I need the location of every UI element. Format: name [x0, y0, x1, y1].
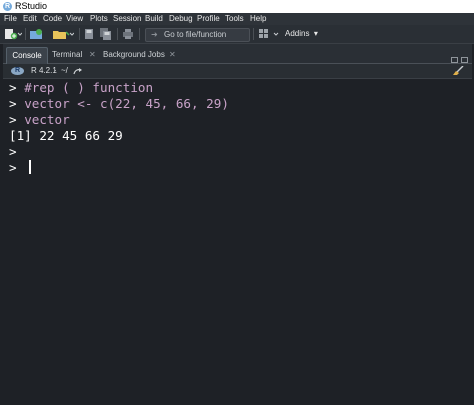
close-icon[interactable]: ✕: [89, 47, 96, 63]
console-line: > vector <- c(22, 45, 66, 29): [9, 96, 229, 111]
menu-plots[interactable]: Plots: [90, 13, 108, 25]
print-icon[interactable]: [122, 28, 134, 40]
menu-session[interactable]: Session: [113, 13, 141, 25]
working-directory[interactable]: ~/: [61, 64, 68, 78]
go-to-file-function-input[interactable]: ➜ Go to file/function: [145, 28, 250, 42]
menu-edit[interactable]: Edit: [23, 13, 37, 25]
arrow-right-icon: ➜: [151, 30, 158, 39]
pane-tabs: Console Terminal ✕ Background Jobs ✕: [3, 44, 472, 64]
title-bar: R RStudio: [0, 0, 474, 13]
menu-code[interactable]: Code: [43, 13, 62, 25]
maximize-pane-icon[interactable]: [461, 57, 468, 63]
rstudio-logo-icon: R: [3, 2, 12, 11]
chevron-down-icon: ▾: [311, 29, 318, 38]
toolbar-separator: [253, 28, 254, 40]
go-to-directory-icon[interactable]: [73, 67, 83, 75]
console-path-bar: R R 4.2.1 · ~/: [3, 64, 472, 79]
new-file-icon[interactable]: [4, 28, 22, 40]
close-icon[interactable]: ✕: [169, 47, 176, 63]
menu-file[interactable]: File: [4, 13, 17, 25]
toolbar-separator: [79, 28, 80, 40]
text-cursor: [29, 160, 31, 174]
path-separator: ·: [54, 66, 57, 75]
menu-help[interactable]: Help: [250, 13, 266, 25]
addins-menu[interactable]: Addins ▾: [285, 28, 318, 40]
menu-build[interactable]: Build: [145, 13, 163, 25]
toolbar-separator: [117, 28, 118, 40]
console-line: >: [9, 144, 17, 159]
tab-terminal[interactable]: Terminal ✕: [52, 47, 100, 63]
console-output[interactable]: > #rep ( ) function > vector <- c(22, 45…: [3, 79, 472, 405]
console-pane: Console Terminal ✕ Background Jobs ✕ R R…: [3, 44, 472, 405]
menu-profile[interactable]: Profile: [197, 13, 220, 25]
menu-bar: File Edit Code View Plots Session Build …: [0, 13, 474, 25]
r-logo-icon: R: [11, 67, 24, 75]
console-line: [1] 22 45 66 29: [9, 128, 123, 143]
tab-background-jobs[interactable]: Background Jobs ✕: [103, 47, 183, 63]
console-line: >: [9, 160, 17, 175]
tab-console[interactable]: Console: [6, 47, 48, 64]
toolbar-separator: [139, 28, 140, 40]
save-all-icon[interactable]: [100, 28, 112, 40]
workspace-panes-icon[interactable]: [258, 28, 280, 40]
console-line: > vector: [9, 112, 70, 127]
main-toolbar: ➜ Go to file/function Addins ▾: [0, 25, 474, 44]
window-title: RStudio: [15, 1, 48, 11]
r-version: R 4.2.1: [31, 66, 57, 75]
clear-console-icon[interactable]: [452, 66, 464, 76]
menu-view[interactable]: View: [66, 13, 83, 25]
menu-debug[interactable]: Debug: [169, 13, 193, 25]
open-file-icon[interactable]: [52, 28, 74, 40]
menu-tools[interactable]: Tools: [225, 13, 244, 25]
save-icon[interactable]: [84, 28, 94, 40]
console-line: > #rep ( ) function: [9, 80, 154, 95]
new-project-icon[interactable]: [29, 28, 43, 40]
toolbar-separator: [25, 28, 26, 40]
minimize-pane-icon[interactable]: [451, 57, 458, 63]
